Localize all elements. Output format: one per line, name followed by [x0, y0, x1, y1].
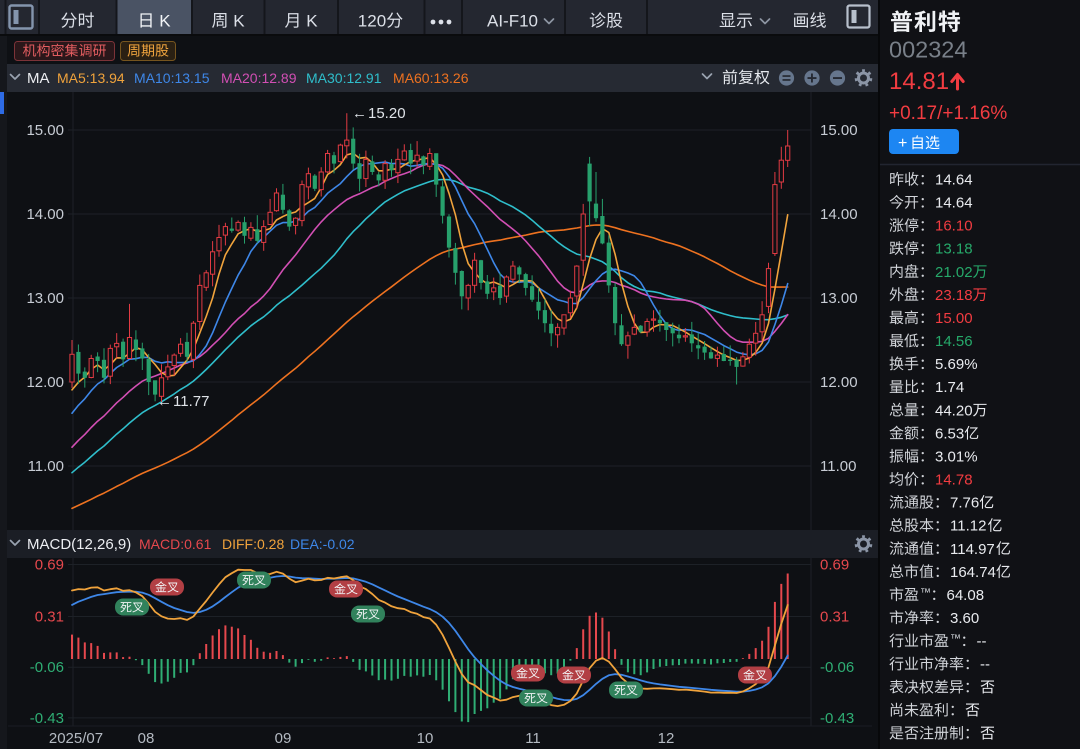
svg-text:3.60: 3.60: [950, 610, 979, 627]
svg-text:23.18: 23.18: [935, 287, 973, 304]
svg-text:15.00: 15.00: [935, 310, 973, 327]
svg-text:←: ←: [352, 105, 367, 122]
svg-text:14.64: 14.64: [935, 195, 973, 212]
svg-text:DIFF:0.28: DIFF:0.28: [222, 536, 284, 552]
svg-text:13.18: 13.18: [935, 241, 973, 258]
svg-text:-0.43: -0.43: [820, 710, 854, 727]
svg-text:MA60:13.26: MA60:13.26: [393, 70, 469, 86]
svg-text:13.00: 13.00: [26, 290, 64, 307]
svg-text:14.64: 14.64: [935, 172, 973, 189]
svg-text:1.74: 1.74: [935, 379, 964, 396]
svg-text:14.56: 14.56: [935, 333, 973, 350]
svg-text:K: K: [229, 12, 246, 31]
svg-text:164.74: 164.74: [950, 564, 996, 581]
svg-text:44.20: 44.20: [935, 402, 973, 419]
svg-text:12.00: 12.00: [26, 374, 64, 391]
svg-text:10: 10: [417, 730, 434, 747]
svg-text:+: +: [898, 135, 907, 152]
svg-text:MACD(12,26,9): MACD(12,26,9): [27, 536, 131, 553]
svg-text:14.00: 14.00: [820, 206, 858, 223]
svg-text:13.00: 13.00: [820, 290, 858, 307]
svg-text:14.81: 14.81: [889, 68, 949, 95]
svg-text:15.00: 15.00: [26, 122, 64, 139]
svg-text:MACD:0.61: MACD:0.61: [139, 536, 212, 552]
svg-text:09: 09: [275, 730, 292, 747]
svg-text:DEA:-0.02: DEA:-0.02: [290, 536, 355, 552]
svg-text:7.76: 7.76: [950, 495, 979, 512]
svg-text:2025/07: 2025/07: [49, 730, 103, 747]
svg-text:MA20:12.89: MA20:12.89: [221, 70, 297, 86]
svg-text:0.69: 0.69: [820, 557, 849, 574]
svg-text:64.08: 64.08: [947, 587, 985, 604]
svg-text:14.00: 14.00: [26, 206, 64, 223]
svg-text:MA5:13.94: MA5:13.94: [57, 70, 125, 86]
svg-text:114.97: 114.97: [950, 541, 995, 558]
svg-text:002324: 002324: [889, 37, 967, 63]
svg-text:11.77: 11.77: [173, 393, 209, 410]
svg-text:0.31: 0.31: [820, 609, 849, 626]
svg-text:6.53: 6.53: [935, 425, 964, 442]
svg-text:120: 120: [358, 12, 386, 31]
svg-text:21.02: 21.02: [935, 264, 973, 281]
svg-text:11: 11: [525, 730, 541, 747]
svg-text:AI-F10: AI-F10: [487, 12, 538, 31]
svg-text:-0.06: -0.06: [30, 659, 64, 676]
svg-text:--: --: [977, 633, 987, 650]
svg-text:MA30:12.91: MA30:12.91: [306, 70, 382, 86]
svg-text:14.78: 14.78: [935, 472, 973, 489]
svg-text:-0.06: -0.06: [820, 659, 854, 676]
svg-text:--: --: [980, 656, 990, 673]
svg-text:←: ←: [157, 393, 172, 410]
svg-text:12: 12: [658, 730, 675, 747]
svg-text:K: K: [155, 12, 172, 31]
svg-text:11.00: 11.00: [820, 458, 856, 475]
svg-text:12.00: 12.00: [820, 374, 858, 391]
svg-text:0.31: 0.31: [35, 609, 64, 626]
svg-text:15.20: 15.20: [368, 105, 406, 122]
svg-text:+0.17/+1.16%: +0.17/+1.16%: [889, 103, 1007, 124]
svg-text:K: K: [302, 12, 319, 31]
svg-text:MA10:13.15: MA10:13.15: [134, 70, 210, 86]
svg-text:™: ™: [920, 587, 931, 599]
svg-text:08: 08: [138, 730, 155, 747]
svg-text:™: ™: [950, 633, 961, 645]
svg-text:11.00: 11.00: [28, 458, 64, 475]
svg-text:MA: MA: [27, 70, 50, 87]
svg-text:3.01%: 3.01%: [935, 449, 978, 466]
svg-text:16.10: 16.10: [935, 218, 973, 235]
svg-text:-0.43: -0.43: [30, 710, 64, 727]
svg-text:5.69%: 5.69%: [935, 356, 978, 373]
svg-text:11.12: 11.12: [950, 518, 986, 535]
svg-text:0.69: 0.69: [35, 557, 64, 574]
svg-text:15.00: 15.00: [820, 122, 858, 139]
